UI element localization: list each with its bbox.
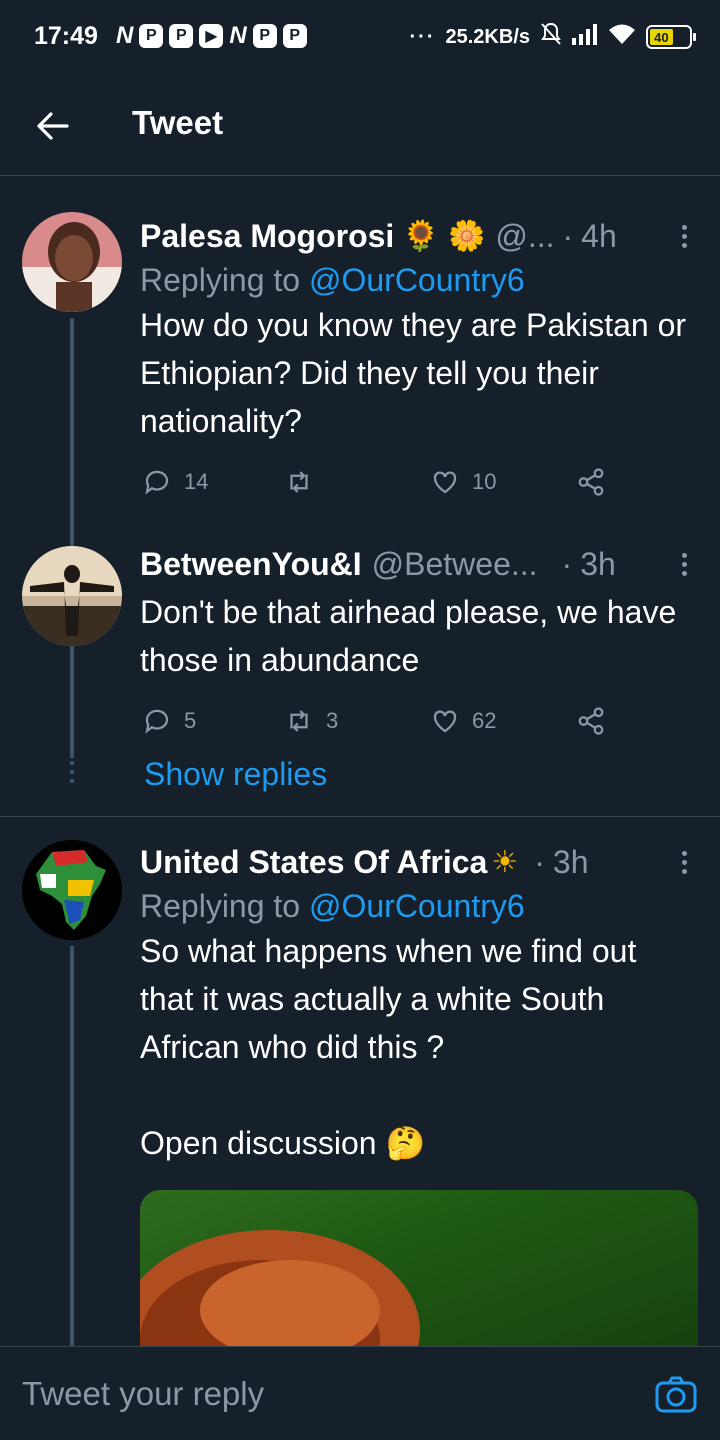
share-icon [578, 707, 604, 735]
top-app-bar: Tweet [0, 72, 720, 176]
thread-gap-dots [70, 752, 74, 788]
wifi-icon [608, 23, 636, 51]
thread-line [70, 946, 74, 1346]
more-options-button[interactable] [672, 842, 696, 882]
name-emojis: 🌻 🌼 [402, 219, 486, 253]
reply-icon [145, 709, 169, 734]
mention-link[interactable]: @OurCountry6 [309, 262, 525, 298]
author-handle: @... [495, 217, 555, 254]
notif-icon: ▶ [199, 24, 224, 48]
tweet-time: 3h [552, 843, 589, 880]
author-name[interactable]: BetweenYou&I [140, 546, 362, 583]
heart-icon [433, 471, 457, 494]
share-button[interactable] [576, 706, 606, 736]
sun-emoji: ☀ [491, 845, 519, 879]
page-title: Tweet [132, 104, 224, 141]
tweet-actions: 5 3 62 [140, 706, 696, 746]
notif-icon: P [169, 24, 194, 48]
notif-icon: P [252, 24, 277, 48]
retweet-button[interactable] [284, 467, 326, 497]
status-time: 17:49 [34, 22, 98, 50]
reply-icon [145, 470, 169, 495]
author-name[interactable]: United States Of Africa [140, 844, 487, 881]
battery-level: 40 [650, 29, 673, 45]
tweet-text: How do you know they are Pakistan or Eth… [140, 307, 695, 439]
mention-link[interactable]: @OurCountry6 [309, 888, 525, 924]
like-button[interactable]: 10 [430, 467, 496, 497]
share-button[interactable] [576, 467, 606, 497]
tweet-time: 4h [581, 217, 617, 254]
retweet-icon [290, 471, 308, 493]
camera-icon [655, 1376, 697, 1413]
heart-icon [433, 710, 457, 733]
notif-icon: P [282, 24, 307, 48]
back-arrow-icon [37, 112, 69, 140]
more-options-button[interactable] [672, 216, 696, 256]
network-speed: 25.2KB/s [445, 25, 531, 48]
reply-count: 5 [184, 708, 197, 733]
avatar[interactable] [22, 212, 122, 312]
tweet-text: Don't be that airhead please, we have th… [140, 594, 686, 678]
notif-icon: P [139, 24, 164, 48]
like-count: 10 [472, 469, 497, 494]
status-bar: 17:49 N P P ▶ N P P ··· 25.2KB/s 40 [0, 0, 720, 72]
reply-button[interactable]: 14 [142, 467, 208, 497]
notif-icon: N [116, 22, 134, 49]
like-button[interactable]: 62 [430, 706, 496, 736]
camera-button[interactable] [654, 1375, 698, 1415]
retweet-button[interactable]: 3 [284, 706, 338, 736]
divider [0, 816, 720, 817]
tweet-header: United States Of Africa ☀ · 3h [140, 843, 589, 881]
notification-icons: N P P ▶ N P P [116, 22, 307, 50]
notif-icon: N [229, 22, 247, 49]
avatar[interactable] [22, 840, 122, 940]
tweet-text: So what happens when we find out that it… [140, 933, 637, 1161]
replying-to: Replying to @OurCountry6 [140, 888, 525, 924]
retweet-count: 3 [326, 708, 339, 733]
tweet-time: 3h [580, 545, 616, 582]
thread-line [70, 652, 74, 758]
share-icon [578, 468, 604, 496]
status-right: ··· 25.2KB/s 40 [409, 22, 696, 52]
avatar[interactable] [22, 546, 122, 646]
retweet-icon [290, 710, 308, 732]
tweet-header: Palesa Mogorosi 🌻 🌼 @... · 4h [140, 217, 617, 255]
replying-to: Replying to @OurCountry6 [140, 262, 525, 298]
reply-composer-bar: Tweet your reply [0, 1346, 720, 1440]
more-notifications-icon: ··· [409, 25, 436, 48]
show-replies-link[interactable]: Show replies [144, 756, 327, 793]
back-button[interactable] [28, 102, 76, 150]
author-handle: @Betwee... [371, 545, 538, 582]
reply-input[interactable]: Tweet your reply [22, 1375, 264, 1413]
like-count: 62 [472, 708, 497, 733]
mute-icon [540, 22, 562, 52]
signal-icon [572, 23, 598, 51]
tweet-header: BetweenYou&I @Betwee... · 3h [140, 545, 616, 583]
reply-button[interactable]: 5 [142, 706, 196, 736]
author-name[interactable]: Palesa Mogorosi [140, 218, 394, 255]
battery-icon: 40 [646, 25, 696, 49]
reply-count: 14 [184, 469, 209, 494]
more-options-button[interactable] [672, 544, 696, 584]
tweet-actions: 14 10 [140, 467, 696, 507]
tweet-media-image[interactable] [140, 1190, 698, 1350]
